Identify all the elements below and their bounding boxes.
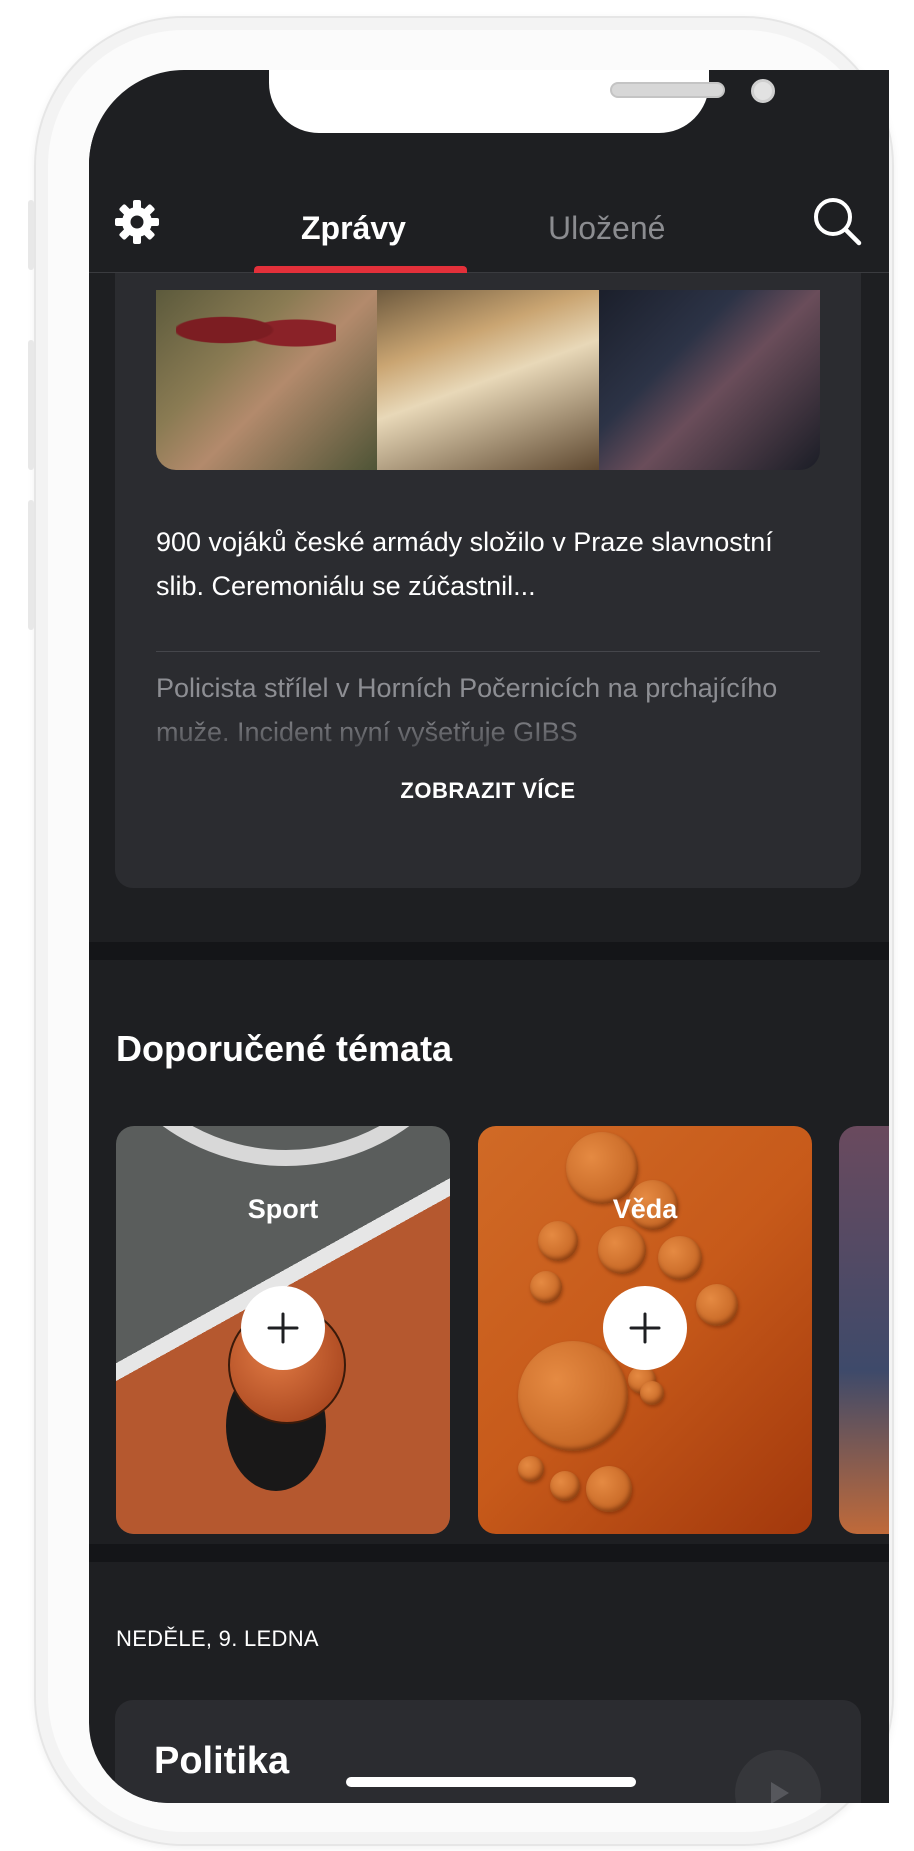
tab-zpravy[interactable]: Zprávy [301, 198, 406, 258]
news-headline[interactable]: 900 vojáků české armády složilo v Praze … [156, 520, 796, 608]
tab-ulozene[interactable]: Uložené [548, 198, 665, 258]
topic-card-sport[interactable]: Sport [116, 1126, 450, 1534]
section-separator [89, 1544, 889, 1562]
volume-down-button [28, 500, 34, 630]
bubble-image [538, 1221, 578, 1261]
app-header [89, 133, 889, 273]
mute-switch [28, 200, 34, 270]
active-tab-indicator [254, 266, 467, 273]
bubble-image [658, 1236, 702, 1280]
divider [156, 651, 820, 652]
device-notch [269, 70, 775, 133]
thumbnail-soldiers [156, 290, 378, 470]
settings-gear-icon[interactable] [113, 198, 161, 246]
play-button[interactable] [735, 1750, 821, 1803]
news-thumbnails [156, 290, 820, 470]
add-topic-veda-button[interactable] [603, 1286, 687, 1370]
volume-up-button [28, 340, 34, 470]
recommended-topics-title: Doporučené témata [116, 1028, 453, 1069]
bubble-image [598, 1226, 646, 1274]
bubble-image [586, 1466, 632, 1512]
bubble-image [518, 1341, 628, 1451]
plus-icon [629, 1312, 661, 1344]
bubble-image [696, 1284, 738, 1326]
topic-label-sport: Sport [247, 1194, 319, 1224]
bubble-image [550, 1471, 580, 1501]
bubble-image [518, 1456, 544, 1482]
home-indicator[interactable] [346, 1777, 636, 1787]
show-more-button[interactable]: ZOBRAZIT VÍCE [115, 778, 861, 804]
app-screen: 900 vojáků české armády složilo v Praze … [89, 70, 889, 1803]
add-topic-sport-button[interactable] [241, 1286, 325, 1370]
section-separator [89, 942, 889, 960]
thumbnail-cows [377, 290, 599, 470]
speaker-grille [610, 82, 725, 98]
front-camera [751, 79, 775, 103]
politika-card[interactable]: Politika [115, 1700, 861, 1803]
fade-overlay [115, 710, 861, 770]
topic-card-veda[interactable]: Věda [478, 1126, 812, 1534]
play-icon [771, 1782, 789, 1803]
politika-title: Politika [154, 1740, 290, 1782]
topic-card-partial[interactable] [839, 1126, 889, 1534]
search-icon[interactable] [809, 193, 865, 249]
thumbnail-police [598, 290, 820, 470]
bubble-image [530, 1271, 562, 1303]
feed-date-label: NEDĚLE, 9. LEDNA [116, 1626, 319, 1651]
bubble-image [640, 1381, 664, 1405]
plus-icon [267, 1312, 299, 1344]
topic-label-veda: Věda [612, 1194, 678, 1224]
news-digest-card[interactable]: 900 vojáků české armády složilo v Praze … [115, 230, 861, 888]
